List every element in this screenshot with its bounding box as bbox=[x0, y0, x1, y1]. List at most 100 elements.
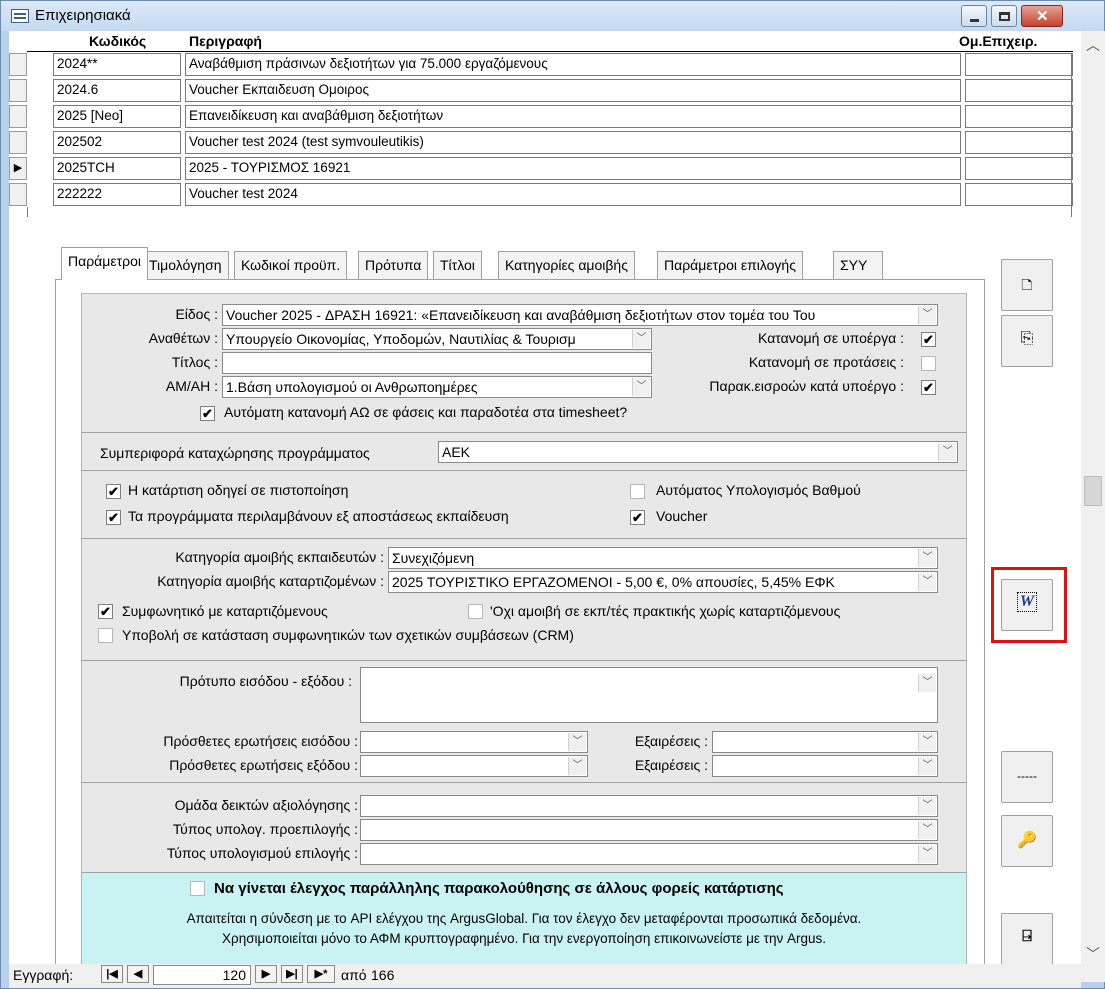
row-selector[interactable] bbox=[9, 79, 27, 102]
minimize-button[interactable] bbox=[961, 5, 987, 27]
chevron-down-icon[interactable]: ﹀ bbox=[918, 797, 936, 815]
row-selector[interactable] bbox=[9, 53, 27, 76]
row-selector[interactable] bbox=[9, 105, 27, 128]
chevron-down-icon[interactable]: ﹀ bbox=[568, 757, 586, 775]
table-row[interactable]: 2024.6 Voucher Εκπαιδευση Ομοιρος bbox=[9, 79, 1073, 103]
amoivi-ekp-combo[interactable]: Συνεχιζόμενη ﹀ bbox=[388, 547, 938, 569]
tab-fee-categories[interactable]: Κατηγορίες αμοιβής bbox=[498, 251, 635, 279]
chevron-down-icon[interactable]: ﹀ bbox=[918, 757, 936, 775]
vertical-scrollbar[interactable]: ︿ ﹀ bbox=[1081, 31, 1105, 982]
copy-record-button[interactable]: ⎘ bbox=[1001, 315, 1053, 367]
table-row[interactable]: 2024** Αναβάθμιση πράσινων δεξιοτήτων γι… bbox=[9, 53, 1073, 77]
exit-button[interactable]: ⍈ bbox=[1001, 913, 1053, 965]
chevron-down-icon[interactable]: ﹀ bbox=[918, 549, 936, 567]
last-record-button[interactable]: ▶| bbox=[281, 965, 303, 983]
parallel-check-checkbox[interactable] bbox=[190, 881, 205, 896]
chevron-down-icon[interactable]: ﹀ bbox=[938, 443, 956, 461]
col-header-description[interactable]: Περιγραφή bbox=[189, 33, 262, 49]
katartisi-checkbox[interactable]: ✔ bbox=[106, 484, 121, 499]
katanomi-ypoerga-checkbox[interactable]: ✔ bbox=[921, 332, 936, 347]
cell-group[interactable] bbox=[965, 183, 1073, 206]
tab-budget-codes[interactable]: Κωδικοί προϋπ. bbox=[234, 251, 348, 279]
ypovoli-checkbox[interactable] bbox=[98, 628, 113, 643]
chevron-down-icon[interactable]: ﹀ bbox=[568, 733, 586, 751]
auto-vathmos-checkbox[interactable] bbox=[630, 484, 645, 499]
exaireseis-exodou-combo[interactable]: ﹀ bbox=[712, 755, 938, 777]
cell-code[interactable]: 2024.6 bbox=[53, 79, 181, 102]
cell-code[interactable]: 2025 [Neo] bbox=[53, 105, 181, 128]
cell-description[interactable]: Voucher Εκπαιδευση Ομοιρος bbox=[185, 79, 961, 102]
scroll-up-icon[interactable]: ︿ bbox=[1086, 35, 1100, 55]
cell-description[interactable]: Επανειδίκευση και αναβάθμιση δεξιοτήτων bbox=[185, 105, 961, 128]
cell-description[interactable]: Voucher test 2024 (test symvouleutikis) bbox=[185, 131, 961, 154]
exaireseis-eisodou-combo[interactable]: ﹀ bbox=[712, 731, 938, 753]
new-record-button[interactable]: 🗅 bbox=[1001, 259, 1053, 311]
chevron-down-icon[interactable]: ﹀ bbox=[918, 821, 936, 839]
cell-group[interactable] bbox=[965, 79, 1073, 102]
tab-selection-parameters[interactable]: Παράμετροι επιλογής bbox=[657, 251, 803, 279]
voucher-label: Voucher bbox=[656, 508, 708, 524]
symfonitiko-checkbox[interactable]: ✔ bbox=[98, 604, 113, 619]
cell-code[interactable]: 222222 bbox=[53, 183, 181, 206]
amoivi-kat-combo[interactable]: 2025 ΤΟΥΡΙΣΤΙΚΟ ΕΡΓΑΖΟΜΕΝΟΙ - 5,00 €, 0%… bbox=[388, 571, 938, 593]
erot-eisodou-combo[interactable]: ﹀ bbox=[360, 731, 588, 753]
record-number-input[interactable]: 120 bbox=[153, 965, 251, 985]
tab-syy[interactable]: ΣΥΥ bbox=[833, 251, 883, 279]
chevron-down-icon[interactable]: ﹀ bbox=[918, 674, 936, 692]
omada-combo[interactable]: ﹀ bbox=[360, 795, 938, 817]
erot-exodou-combo[interactable]: ﹀ bbox=[360, 755, 588, 777]
chevron-down-icon[interactable]: ﹀ bbox=[918, 573, 936, 591]
current-record-marker-icon[interactable]: ▶ bbox=[9, 157, 27, 180]
protypo-combo[interactable]: ﹀ bbox=[360, 667, 938, 723]
col-header-group[interactable]: Ομ.Επιχειρ. bbox=[959, 33, 1037, 49]
cell-group[interactable] bbox=[965, 131, 1073, 154]
key-button[interactable]: 🔑 bbox=[1001, 815, 1053, 867]
close-icon: ✕ bbox=[1036, 8, 1049, 25]
chevron-down-icon[interactable]: ﹀ bbox=[918, 306, 936, 324]
anatheton-combo[interactable]: Υπουργείο Οικονομίας, Υποδομών, Ναυτιλία… bbox=[222, 328, 652, 350]
table-row[interactable]: 2025 [Neo] Επανειδίκευση και αναβάθμιση … bbox=[9, 105, 1073, 129]
cell-description[interactable]: 2025 - ΤΟΥΡΙΣΜΟΣ 16921 bbox=[185, 157, 961, 180]
cell-group[interactable] bbox=[965, 105, 1073, 128]
more-button[interactable]: ----- bbox=[1001, 751, 1053, 803]
row-selector[interactable] bbox=[9, 183, 27, 206]
cell-group[interactable] bbox=[965, 53, 1073, 76]
chevron-down-icon[interactable]: ﹀ bbox=[918, 733, 936, 751]
chevron-down-icon[interactable]: ﹀ bbox=[918, 845, 936, 863]
new-record-nav-button[interactable]: ▶* bbox=[307, 965, 335, 983]
typos-epil-combo[interactable]: ﹀ bbox=[360, 843, 938, 865]
katanomi-protaseis-checkbox[interactable] bbox=[921, 356, 936, 371]
parak-checkbox[interactable]: ✔ bbox=[921, 380, 936, 395]
next-record-button[interactable]: ▶ bbox=[255, 965, 277, 983]
scroll-thumb[interactable] bbox=[1084, 476, 1102, 506]
row-selector[interactable] bbox=[9, 131, 27, 154]
tab-titles[interactable]: Τίτλοι bbox=[433, 251, 482, 279]
tab-invoicing[interactable]: Τιμολόγηση bbox=[142, 251, 229, 279]
titlos-field[interactable] bbox=[222, 352, 652, 374]
cell-description[interactable]: Αναβάθμιση πράσινων δεξιοτήτων για 75.00… bbox=[185, 53, 961, 76]
voucher-checkbox[interactable]: ✔ bbox=[630, 510, 645, 525]
cell-code[interactable]: 2024** bbox=[53, 53, 181, 76]
cell-code[interactable]: 202502 bbox=[53, 131, 181, 154]
eidos-combo[interactable]: Voucher 2025 - ΔΡΑΣΗ 16921: «Επανειδίκευ… bbox=[222, 304, 938, 326]
table-row[interactable]: 202502 Voucher test 2024 (test symvouleu… bbox=[9, 131, 1073, 155]
table-row[interactable]: 222222 Voucher test 2024 bbox=[9, 183, 1073, 207]
cell-group[interactable] bbox=[965, 157, 1073, 180]
tab-templates[interactable]: Πρότυπα bbox=[358, 251, 429, 279]
auto-katanomi-checkbox[interactable]: ✔ bbox=[200, 406, 215, 421]
table-row-current[interactable]: ▶ 2025TCH 2025 - ΤΟΥΡΙΣΜΟΣ 16921 bbox=[9, 157, 1073, 181]
cell-description[interactable]: Voucher test 2024 bbox=[185, 183, 961, 206]
typos-proepil-combo[interactable]: ﹀ bbox=[360, 819, 938, 841]
ex-apostaseos-checkbox[interactable]: ✔ bbox=[106, 510, 121, 525]
oxi-amoivi-checkbox[interactable] bbox=[468, 604, 483, 619]
prev-record-button[interactable]: ◀ bbox=[127, 965, 149, 983]
symperifora-combo[interactable]: ΑΕΚ ﹀ bbox=[438, 441, 958, 463]
cell-code[interactable]: 2025TCH bbox=[53, 157, 181, 180]
first-record-button[interactable]: |◀ bbox=[101, 965, 123, 983]
amah-combo[interactable]: 1.Βάση υπολογισμού οι Ανθρωποημέρες ﹀ bbox=[222, 376, 652, 398]
col-header-code[interactable]: Κωδικός bbox=[89, 33, 146, 49]
tab-parameters[interactable]: Παράμετροι bbox=[61, 247, 148, 280]
restore-button[interactable] bbox=[991, 5, 1017, 27]
close-button[interactable]: ✕ bbox=[1021, 5, 1063, 27]
scroll-down-icon[interactable]: ﹀ bbox=[1086, 944, 1100, 964]
